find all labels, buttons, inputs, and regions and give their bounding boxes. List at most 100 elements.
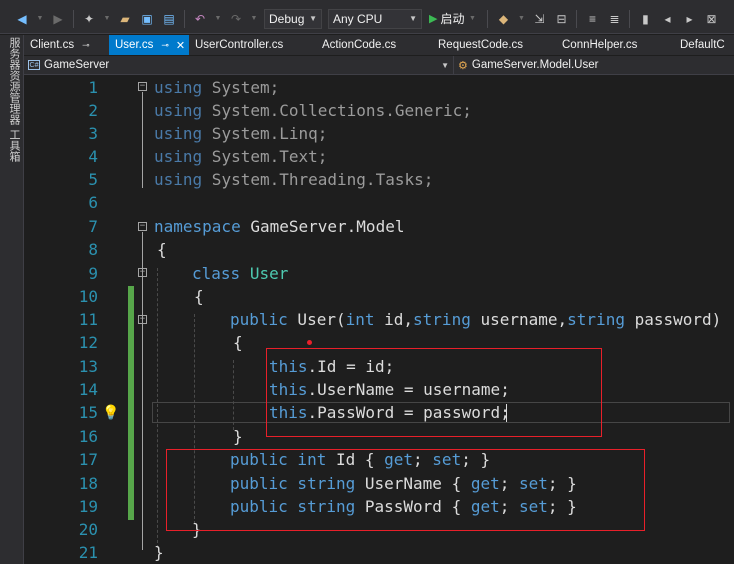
undo-icon[interactable]: ↶ xyxy=(192,11,208,27)
code-editor[interactable]: − − − − 💡 1 2 3 4 5 6 7 8 9 10 11 12 13 … xyxy=(24,76,734,564)
close-icon[interactable]: ✕ xyxy=(176,39,185,52)
code-token: System.Collections.Generic; xyxy=(202,101,472,120)
line-number: 8 xyxy=(88,240,98,259)
bookmark-icon[interactable]: ▮ xyxy=(637,11,653,27)
csharp-project-icon: C# xyxy=(28,60,40,70)
prev-bookmark-icon[interactable]: ◂ xyxy=(659,11,675,27)
code-token: User( xyxy=(287,310,346,329)
annotation-box-properties xyxy=(166,449,645,531)
code-token: using xyxy=(154,78,203,97)
code-line-16: } xyxy=(233,425,243,448)
save-all-icon[interactable]: ▤ xyxy=(161,11,177,27)
clear-bookmarks-icon[interactable]: ⊠ xyxy=(703,11,719,27)
server-explorer-tab[interactable]: 服务器资源管理器 xyxy=(6,37,22,125)
toolbar: ◀ ▼ ▶ ✦ ▼ ▰ ▣ ▤ ↶ ▼ ↷ ▼ Debug ▼ Any CPU … xyxy=(0,4,734,34)
browser-link-icon[interactable]: ◆ xyxy=(495,11,511,27)
toolbar-separator xyxy=(73,9,74,28)
line-number: 11 xyxy=(78,310,98,329)
back-icon[interactable]: ◀ xyxy=(14,11,30,27)
chevron-down-icon[interactable]: ▼ xyxy=(468,11,476,27)
chevron-down-icon[interactable]: ▼ xyxy=(250,11,258,27)
chevron-down-icon: ▼ xyxy=(309,14,317,23)
project-select[interactable]: C# GameServer ▼ xyxy=(24,56,454,74)
code-line-21: } xyxy=(154,541,164,564)
redo-icon[interactable]: ↷ xyxy=(228,11,244,27)
line-number: 6 xyxy=(88,193,98,212)
navigation-bar: C# GameServer ▼ ⚙ GameServer.Model.User xyxy=(24,56,734,75)
line-number: 9 xyxy=(88,264,98,283)
tab-label: User.cs xyxy=(115,39,154,51)
platform-select[interactable]: Any CPU ▼ xyxy=(328,8,422,29)
tab-usercontroller-cs[interactable]: UserController.cs xyxy=(189,35,316,55)
code-token: using xyxy=(154,170,203,189)
pin-icon[interactable]: ⊸ xyxy=(82,40,90,51)
chevron-down-icon[interactable]: ▼ xyxy=(103,11,111,27)
tab-connhelper-cs[interactable]: ConnHelper.cs xyxy=(556,35,674,55)
toolbox-tab[interactable]: 工具箱 xyxy=(6,129,22,162)
code-token: } xyxy=(233,427,243,446)
uncomment-icon[interactable]: ≣ xyxy=(606,11,622,27)
code-token: User xyxy=(249,264,289,283)
line-number: 2 xyxy=(88,101,98,120)
chevron-down-icon[interactable]: ▼ xyxy=(214,11,222,27)
code-token: System.Threading.Tasks; xyxy=(202,170,434,189)
open-folder-icon[interactable]: ▰ xyxy=(117,11,133,27)
start-debug-button[interactable]: ▶ 启动 ▼ xyxy=(429,10,479,27)
line-number: 10 xyxy=(78,287,98,306)
comment-icon[interactable]: ≡ xyxy=(584,11,600,27)
toolbar-separator xyxy=(629,9,631,28)
line-number: 14 xyxy=(78,380,98,399)
code-token: using xyxy=(154,124,203,143)
toolbar-separator xyxy=(487,9,489,28)
tab-label: Client.cs xyxy=(30,39,75,51)
tab-user-cs[interactable]: User.cs ⊸ ✕ xyxy=(109,35,189,55)
code-token: id, xyxy=(374,310,414,329)
side-rail: 服务器资源管理器 工具箱 xyxy=(0,35,24,564)
toolbar-separator xyxy=(576,9,578,28)
tab-client-cs[interactable]: Client.cs ⊸ xyxy=(24,35,109,55)
new-project-icon[interactable]: ✦ xyxy=(81,11,97,27)
step-icon[interactable]: ⇲ xyxy=(531,11,547,27)
code-line-1: using System; xyxy=(154,76,279,99)
line-number: 21 xyxy=(78,543,98,562)
line-number: 19 xyxy=(78,497,98,516)
code-line-12: { xyxy=(233,331,243,354)
tab-defaultcontroller-cs[interactable]: DefaultC xyxy=(674,35,734,55)
tab-label: RequestCode.cs xyxy=(438,39,524,51)
chevron-down-icon[interactable]: ▼ xyxy=(36,11,44,27)
code-line-2: using System.Collections.Generic; xyxy=(154,99,472,122)
chevron-down-icon: ▼ xyxy=(409,14,417,23)
line-number: 16 xyxy=(78,427,98,446)
forward-icon[interactable]: ▶ xyxy=(50,11,66,27)
code-line-9: class User xyxy=(192,262,288,285)
line-number: 15 xyxy=(78,403,98,422)
tab-actioncode-cs[interactable]: ActionCode.cs xyxy=(316,35,432,55)
code-token: using xyxy=(154,101,203,120)
code-line-4: using System.Text; xyxy=(154,145,327,168)
code-line-8: { xyxy=(157,238,167,261)
code-token: System.Linq; xyxy=(202,124,328,143)
code-token: username, xyxy=(470,310,568,329)
code-token: class xyxy=(192,264,241,283)
line-number: 13 xyxy=(78,357,98,376)
code-token: namespace xyxy=(154,217,241,236)
pin-icon[interactable]: ⊸ xyxy=(161,40,169,51)
tab-label: ActionCode.cs xyxy=(322,39,397,51)
line-number: 18 xyxy=(78,474,98,493)
next-bookmark-icon[interactable]: ▸ xyxy=(681,11,697,27)
code-token: { xyxy=(157,240,167,259)
code-token: string xyxy=(567,310,625,329)
line-number: 20 xyxy=(78,520,98,539)
tab-requestcode-cs[interactable]: RequestCode.cs xyxy=(432,35,556,55)
type-select[interactable]: ⚙ GameServer.Model.User xyxy=(454,56,734,74)
code-token: System; xyxy=(202,78,280,97)
chevron-down-icon[interactable]: ▼ xyxy=(517,11,525,27)
type-select-value: GameServer.Model.User xyxy=(471,59,599,71)
solution-icon[interactable]: ⊟ xyxy=(553,11,569,27)
save-icon[interactable]: ▣ xyxy=(139,11,155,27)
code-token: } xyxy=(154,543,164,562)
line-number: 12 xyxy=(78,333,98,352)
code-token: { xyxy=(233,333,243,352)
toolbar-separator xyxy=(184,9,185,28)
configuration-select[interactable]: Debug ▼ xyxy=(264,8,322,29)
